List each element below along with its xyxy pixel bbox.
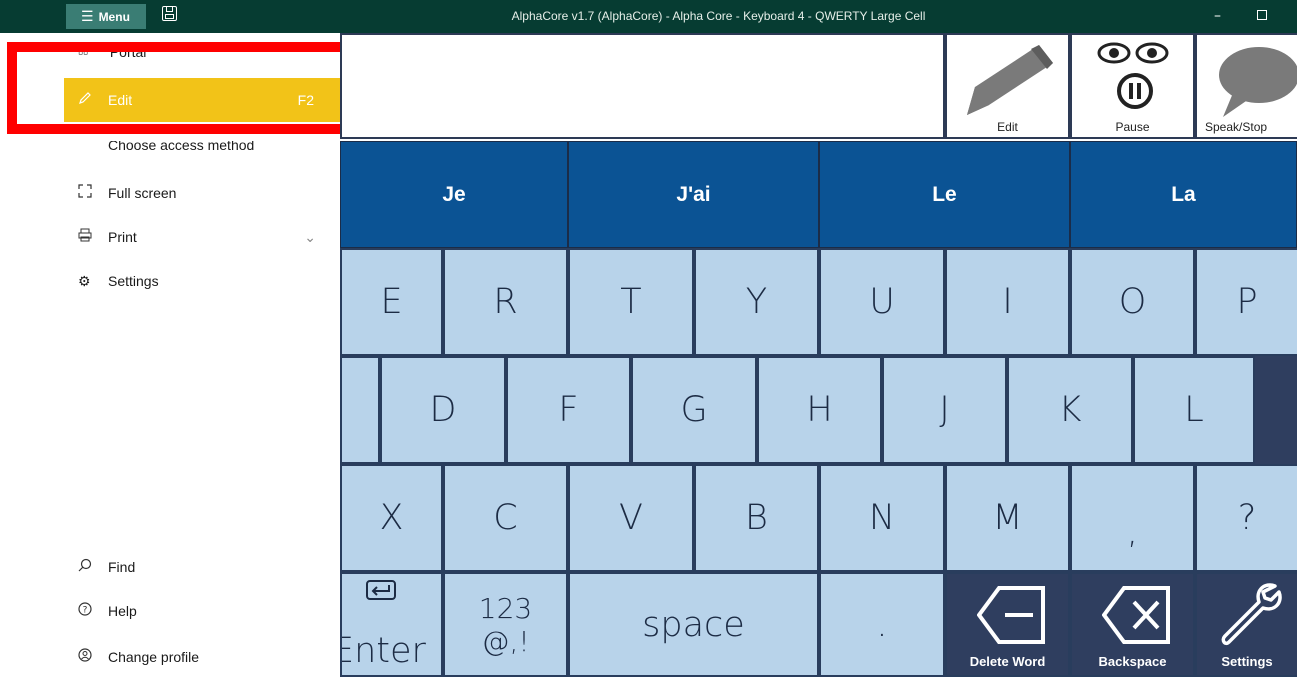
minimize-icon[interactable]: – (1214, 8, 1221, 24)
key-o[interactable]: O (1070, 248, 1195, 356)
speak-stop-label: Speak/Stop (1205, 120, 1268, 134)
speech-bubble-icon (1219, 47, 1297, 117)
key-comma[interactable]: , (1070, 464, 1195, 572)
pencil-icon (967, 45, 1053, 115)
sidebar-item-full-screen[interactable]: Full screen (64, 171, 340, 215)
key-i[interactable]: I (945, 248, 1070, 356)
settings-label: Settings (1221, 654, 1273, 669)
backspace-icon (1102, 586, 1170, 644)
sidebar-item-find[interactable]: Find (64, 545, 340, 589)
delete-word-icon (977, 586, 1045, 644)
menu-button[interactable]: ☰ Menu (66, 4, 146, 29)
key-v[interactable]: V (568, 464, 694, 572)
edit-button[interactable]: Edit (945, 33, 1070, 139)
prediction-key[interactable]: Le (819, 141, 1070, 248)
search-icon (64, 558, 108, 577)
pause-button-label: Pause (1115, 120, 1150, 134)
key-y[interactable]: Y (694, 248, 819, 356)
pause-icon (1117, 73, 1153, 109)
key-t[interactable]: T (568, 248, 694, 356)
sidebar-item-label: Find (108, 559, 136, 575)
key-m[interactable]: M (945, 464, 1070, 572)
enter-label: Enter (340, 631, 426, 671)
speak-stop-button[interactable]: Speak/Stop (1195, 33, 1297, 139)
numbers-key[interactable]: 123 @,! (443, 572, 568, 677)
profile-icon (64, 647, 108, 667)
delete-word-button[interactable]: Delete Word (945, 572, 1070, 677)
key-r[interactable]: R (443, 248, 568, 356)
fullscreen-icon (64, 183, 108, 203)
numbers-label: 123 (478, 591, 533, 625)
backspace-button[interactable]: Backspace (1070, 572, 1195, 677)
key-f[interactable]: F (506, 356, 631, 464)
key-h[interactable]: H (757, 356, 882, 464)
sidebar-item-label: Print (108, 229, 137, 245)
prediction-key[interactable]: La (1070, 141, 1297, 248)
sidebar-item-settings[interactable]: ⚙ Settings (64, 259, 340, 303)
message-bar[interactable] (340, 33, 945, 139)
svg-text:?: ? (83, 605, 88, 615)
key-u[interactable]: U (819, 248, 945, 356)
delete-word-label: Delete Word (969, 654, 1046, 669)
enter-icon (366, 580, 396, 600)
key-b[interactable]: B (694, 464, 819, 572)
enter-key[interactable]: Enter (340, 572, 443, 677)
symbols-label: @,! (481, 624, 530, 658)
menu-label: Menu (98, 9, 130, 24)
title-bar: ☰ Menu AlphaCore v1.7 (AlphaCore) - Alph… (0, 0, 1297, 33)
key-question[interactable]: ? (1195, 464, 1297, 572)
wrench-icon (1221, 583, 1282, 646)
prediction-key[interactable]: J'ai (568, 141, 819, 248)
gear-icon: ⚙ (78, 272, 91, 289)
sidebar-item-label: Help (108, 603, 137, 619)
chevron-down-icon[interactable]: ⌄ (304, 229, 340, 246)
sidebar-item-access-method[interactable]: Choose access method (64, 141, 340, 155)
key-x[interactable]: X (340, 464, 443, 572)
maximize-icon[interactable] (1257, 10, 1267, 20)
sidebar-item-label: Change profile (108, 649, 200, 665)
edit-button-label: Edit (997, 120, 1018, 134)
help-icon: ? (64, 601, 108, 621)
period-key[interactable]: . (819, 572, 945, 677)
sidebar-item-print[interactable]: Print ⌄ (64, 215, 340, 259)
sidebar-item-change-profile[interactable]: Change profile (64, 635, 340, 679)
key-d[interactable]: D (380, 356, 506, 464)
save-icon[interactable] (162, 6, 177, 21)
sidebar-item-help[interactable]: ? Help (64, 589, 340, 633)
sidebar-item-label: Settings (108, 273, 159, 289)
prediction-key[interactable]: Je (340, 141, 568, 248)
settings-button[interactable]: Settings (1195, 572, 1297, 677)
key-j[interactable]: J (882, 356, 1007, 464)
sidebar-item-label: Choose access method (108, 141, 255, 153)
eyes-icon (1097, 42, 1169, 64)
key-n[interactable]: N (819, 464, 945, 572)
key-partial[interactable] (340, 356, 380, 464)
key-g[interactable]: G (631, 356, 757, 464)
pause-button[interactable]: Pause (1070, 33, 1195, 139)
highlight-box (7, 42, 391, 134)
key-l[interactable]: L (1133, 356, 1255, 464)
key-e[interactable]: E (340, 248, 443, 356)
space-key[interactable]: space (568, 572, 819, 677)
printer-icon (64, 228, 108, 247)
backspace-label: Backspace (1098, 654, 1167, 669)
key-p[interactable]: P (1195, 248, 1297, 356)
key-dark-partial[interactable] (1255, 356, 1297, 464)
key-c[interactable]: C (443, 464, 568, 572)
window-title: AlphaCore v1.7 (AlphaCore) - Alpha Core … (511, 9, 926, 23)
key-k[interactable]: K (1007, 356, 1133, 464)
hamburger-icon: ☰ (81, 8, 94, 24)
sidebar-item-label: Full screen (108, 185, 177, 201)
